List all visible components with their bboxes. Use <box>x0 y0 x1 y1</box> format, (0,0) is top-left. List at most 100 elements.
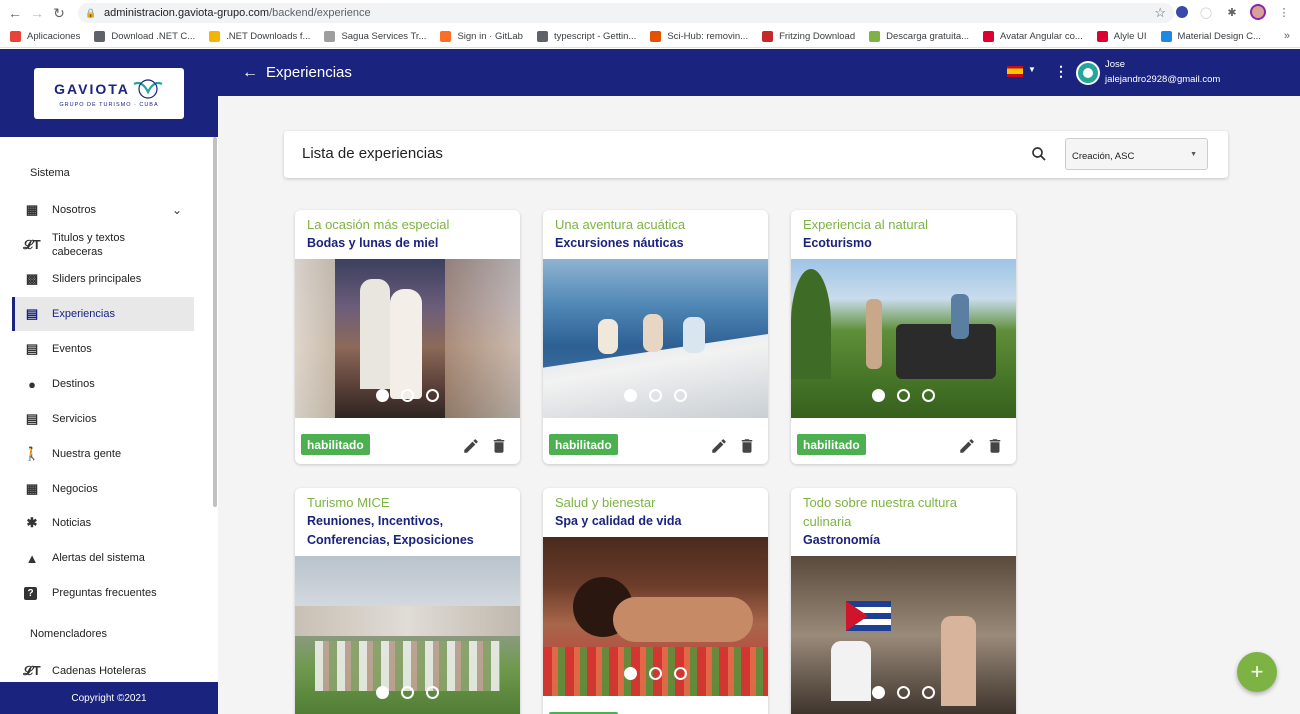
list-title: Lista de experiencias <box>302 145 443 162</box>
bookmark-favicon-icon <box>94 31 106 42</box>
bookmark-favicon-icon <box>536 31 548 42</box>
gaviota-logo[interactable]: GAVIOTA GRUPO DE TURISMO · CUBA <box>34 67 184 119</box>
address-bar[interactable]: 🔒 administracion.gaviota-grupo.com/backe… <box>78 3 1174 23</box>
edit-icon[interactable] <box>958 437 976 455</box>
bookmark-item[interactable]: Sagua Services Tr... <box>324 31 426 42</box>
list-header: Lista de experiencias Creación, ASC ▼ <box>284 131 1228 178</box>
delete-icon[interactable] <box>490 437 508 455</box>
chrome-menu-icon[interactable]: ⋮ <box>1276 4 1292 20</box>
bookmark-item[interactable]: Descarga gratuita... <box>869 31 969 42</box>
bookmark-item[interactable]: Aplicaciones <box>10 31 80 42</box>
sidebar-item-experiencias[interactable]: ▤ Experiencias <box>12 297 194 331</box>
bookmark-label: typescript - Gettin... <box>553 31 637 42</box>
view-list-icon: ▤ <box>25 341 39 356</box>
sidebar-item-label: Cadenas Hoteleras <box>52 665 147 677</box>
status-badge: habilitado <box>797 434 866 455</box>
text-fields-icon: 𝓛T <box>23 237 41 252</box>
experience-card[interactable]: Turismo MICE Reuniones, Incentivos, Conf… <box>295 488 520 714</box>
extension-icon[interactable] <box>1176 6 1188 18</box>
bookmark-item[interactable]: Alyle UI <box>1096 31 1147 42</box>
add-experience-button[interactable]: + <box>1237 652 1277 692</box>
search-icon[interactable] <box>1030 145 1048 163</box>
sidebar-item-eventos[interactable]: ▤ Eventos <box>12 339 194 359</box>
bookmark-item[interactable]: .NET Downloads f... <box>209 31 310 42</box>
card-subtitle: Una aventura acuática <box>555 217 686 232</box>
bookmark-item[interactable]: Avatar Angular co... <box>983 31 1083 42</box>
bookmark-star-icon[interactable]: ☆ <box>1154 5 1166 21</box>
bookmark-favicon-icon <box>324 31 336 42</box>
experience-card[interactable]: Experiencia al natural Ecoturismo habili… <box>791 210 1016 464</box>
language-dropdown-icon[interactable]: ▼ <box>1028 65 1036 74</box>
card-subtitle: Todo sobre nuestra cultura culinaria <box>803 495 957 529</box>
bookmark-item[interactable]: Sign in · GitLab <box>440 31 523 42</box>
card-image[interactable] <box>295 556 520 714</box>
card-title: Excursiones náuticas <box>555 236 684 250</box>
url-path: /backend/experience <box>269 7 371 19</box>
sidebar: GAVIOTA GRUPO DE TURISMO · CUBA Sistema … <box>0 49 218 714</box>
bookmarks-overflow-icon[interactable]: » <box>1284 30 1290 42</box>
card-image[interactable] <box>543 537 768 696</box>
view-list-icon: ▤ <box>25 306 39 321</box>
edit-icon[interactable] <box>710 437 728 455</box>
back-arrow-icon[interactable]: ← <box>242 64 258 82</box>
delete-icon[interactable] <box>738 437 756 455</box>
bookmark-item[interactable]: Sci-Hub: removin... <box>650 31 748 42</box>
sidebar-scrollbar[interactable] <box>213 137 217 507</box>
avatar[interactable] <box>1076 61 1100 85</box>
sidebar-item-sliders[interactable]: ▩ Sliders principales <box>12 269 194 289</box>
experience-card[interactable]: La ocasión más especial Bodas y lunas de… <box>295 210 520 464</box>
view-list-icon: ▤ <box>25 411 39 426</box>
page-title: Experiencias <box>266 64 352 81</box>
bookmark-favicon-icon <box>209 31 221 42</box>
more-vert-icon[interactable]: ⋮ <box>1054 63 1068 80</box>
bookmark-item[interactable]: Material Design C... <box>1160 31 1261 42</box>
bookmark-item[interactable]: Fritzing Download <box>762 31 855 42</box>
sidebar-item-alertas[interactable]: ▲ Alertas del sistema <box>12 548 194 568</box>
card-image[interactable] <box>295 259 520 418</box>
bookmark-favicon-icon <box>869 31 881 42</box>
extension-icon[interactable]: ◯ <box>1198 4 1214 20</box>
sidebar-footer: Copyright ©2021 <box>0 682 218 714</box>
forward-nav-icon[interactable]: → <box>26 2 48 24</box>
bookmark-label: Descarga gratuita... <box>886 31 970 42</box>
place-icon: ● <box>28 376 36 392</box>
sidebar-item-nosotros[interactable]: ▦ Nosotros ⌄ <box>12 200 194 220</box>
main-content: Lista de experiencias Creación, ASC ▼ La… <box>218 96 1300 714</box>
sidebar-item-titulos[interactable]: 𝓛T Titulos y textos cabeceras <box>12 231 194 259</box>
edit-icon[interactable] <box>462 437 480 455</box>
profile-avatar-icon[interactable] <box>1250 4 1266 20</box>
card-title: Bodas y lunas de miel <box>307 236 439 250</box>
browser-toolbar: ← → ↻ 🔒 administracion.gaviota-grupo.com… <box>0 0 1300 26</box>
logo-tagline: GRUPO DE TURISMO · CUBA <box>59 102 159 108</box>
sidebar-item-cadenas-hoteleras[interactable]: 𝓛T Cadenas Hoteleras <box>12 661 194 681</box>
puzzle-icon[interactable]: ✱ <box>1224 4 1240 20</box>
bookmark-item[interactable]: typescript - Gettin... <box>536 31 637 42</box>
sidebar-item-negocios[interactable]: ▦ Negocios <box>12 479 194 499</box>
card-image[interactable] <box>543 259 768 418</box>
delete-icon[interactable] <box>986 437 1004 455</box>
sidebar-item-noticias[interactable]: ✱ Noticias <box>12 513 194 533</box>
sidebar-item-servicios[interactable]: ▤ Servicios <box>12 409 194 429</box>
spain-flag-icon[interactable] <box>1007 66 1023 77</box>
help-icon: ? <box>24 586 37 600</box>
sidebar-item-nuestra-gente[interactable]: 🚶 Nuestra gente <box>12 444 194 464</box>
sidebar-item-preguntas[interactable]: ? Preguntas frecuentes <box>12 583 194 603</box>
card-title: Gastronomía <box>803 533 881 547</box>
bookmark-item[interactable]: Download .NET C... <box>94 31 195 42</box>
bookmark-favicon-icon <box>440 31 452 42</box>
card-image[interactable] <box>791 259 1016 418</box>
sidebar-item-label: Negocios <box>52 483 98 495</box>
experience-card[interactable]: Salud y bienestar Spa y calidad de vida … <box>543 488 768 714</box>
back-nav-icon[interactable]: ← <box>4 2 26 24</box>
card-image[interactable] <box>791 556 1016 714</box>
sort-select[interactable]: Creación, ASC ▼ <box>1065 138 1208 170</box>
experience-card[interactable]: Una aventura acuática Excursiones náutic… <box>543 210 768 464</box>
experience-card[interactable]: Todo sobre nuestra cultura culinaria Gas… <box>791 488 1016 714</box>
user-email: jalejandro2928@gmail.com <box>1105 74 1221 85</box>
card-subtitle: Salud y bienestar <box>555 495 656 510</box>
url-host: administracion.gaviota-grupo.com <box>104 7 270 19</box>
chevron-down-icon[interactable]: ⌄ <box>172 203 182 217</box>
bookmark-label: Sign in · GitLab <box>457 31 523 42</box>
reload-icon[interactable]: ↻ <box>48 2 70 24</box>
sidebar-item-destinos[interactable]: ● Destinos <box>12 374 194 394</box>
